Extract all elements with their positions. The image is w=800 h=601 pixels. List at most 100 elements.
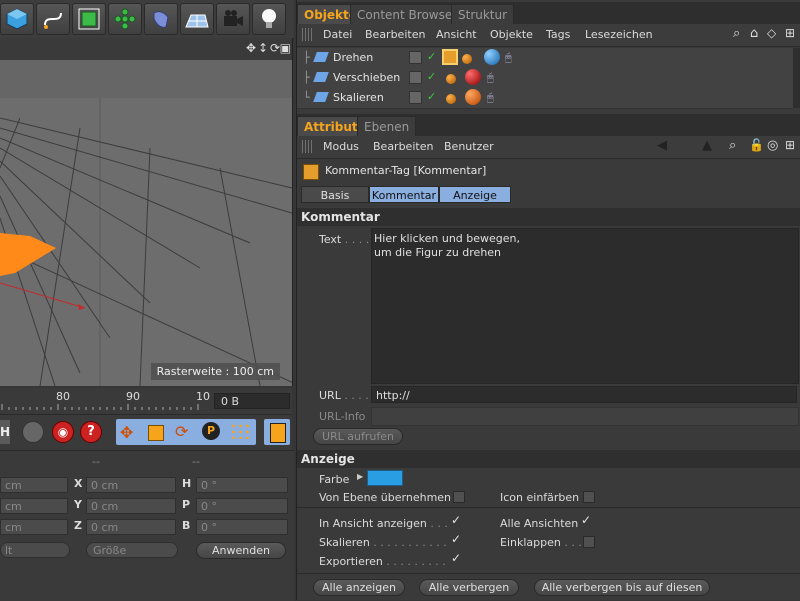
pos-x-field[interactable]: cm (0, 477, 68, 493)
timeline-ruler[interactable]: 80 90 100 0 B (0, 388, 292, 414)
url-field[interactable]: http:// (371, 386, 797, 403)
layer-icon[interactable] (409, 71, 422, 84)
menu-tags[interactable]: Tags (546, 28, 570, 41)
pla-key-icon[interactable] (230, 423, 250, 439)
material-tag-icon[interactable] (484, 49, 500, 65)
url-open-button[interactable]: URL aufrufen (313, 428, 403, 445)
frame-field[interactable]: 0 B (214, 393, 290, 409)
in-ansicht-check-icon[interactable]: ✓ (451, 513, 461, 527)
lock-icon[interactable]: 🔓 (749, 138, 764, 152)
subtab-kommentar[interactable]: Kommentar (369, 186, 439, 203)
visibility-check-icon[interactable]: ✓ (427, 70, 436, 83)
mouse-tag-icon[interactable]: 🖱 (505, 51, 512, 65)
zoom-view-icon[interactable]: ↕ (258, 41, 268, 55)
record-disabled-icon[interactable] (22, 421, 44, 443)
search-icon[interactable]: ⌕ (733, 26, 740, 41)
in-ansicht-label: In Ansicht anzeigen . . . (319, 517, 448, 530)
move-view-icon[interactable]: ✥ (246, 41, 256, 55)
move-key-icon[interactable]: ✥ (120, 423, 133, 442)
menu-bearbeiten[interactable]: Bearbeiten (365, 28, 425, 41)
object-row-verschieben[interactable]: ├ Verschieben ✓ 🖱 (297, 68, 793, 89)
size-y-field[interactable]: 0 cm (86, 498, 176, 514)
search-icon[interactable]: ⌕ (729, 138, 736, 153)
tab-struktur[interactable]: Struktur (451, 4, 515, 24)
material-tag-icon[interactable] (465, 89, 481, 105)
home-icon[interactable]: ⌂ (750, 26, 758, 41)
new-panel-icon[interactable]: ⊞ (785, 26, 795, 40)
alle-verbergen-bis-button[interactable]: Alle verbergen bis auf diesen (534, 579, 710, 596)
menu-bearbeiten[interactable]: Bearbeiten (373, 140, 433, 153)
camera-icon[interactable] (216, 3, 250, 35)
icon-einfaerben-checkbox[interactable] (583, 491, 595, 503)
menu-benutzer[interactable]: Benutzer (444, 140, 494, 153)
einklappen-checkbox[interactable] (583, 536, 595, 548)
menu-modus[interactable]: Modus (323, 140, 359, 153)
scale-key-icon[interactable] (148, 425, 164, 441)
xpresso-tag-icon[interactable] (446, 74, 456, 84)
cube-icon[interactable] (0, 3, 34, 35)
menu-ansicht[interactable]: Ansicht (436, 28, 477, 41)
pos-z-field[interactable]: cm (0, 519, 68, 535)
subtab-anzeige[interactable]: Anzeige (439, 186, 511, 203)
comment-tag-icon[interactable] (442, 49, 458, 65)
layer-icon[interactable] (409, 51, 422, 64)
target-icon[interactable]: ◎ (767, 138, 778, 153)
array-icon[interactable] (108, 3, 142, 35)
size-mode-select[interactable]: Größe (86, 542, 178, 558)
generator-icon[interactable] (72, 3, 106, 35)
comment-textarea[interactable]: Hier klicken und bewegen, um die Figur z… (371, 228, 799, 384)
object-scrollbar[interactable] (793, 48, 800, 108)
layer-icon[interactable] (409, 91, 422, 104)
alle-verbergen-button[interactable]: Alle verbergen (419, 579, 519, 596)
alle-ansichten-check-icon[interactable]: ✓ (581, 513, 591, 527)
spline-icon[interactable] (36, 3, 70, 35)
light-icon[interactable] (252, 3, 286, 35)
nav-arrows-icon[interactable]: ◇ (767, 26, 776, 40)
rot-h-field[interactable]: 0 ° (196, 477, 288, 493)
menu-lesezeichen[interactable]: Lesezeichen (585, 28, 653, 41)
subtab-basis[interactable]: Basis (301, 186, 369, 203)
expand-arrow-icon[interactable]: ▶ (357, 472, 363, 481)
coord-mode-select[interactable]: lt (0, 542, 70, 558)
rot-p-field[interactable]: 0 ° (196, 498, 288, 514)
section-kommentar: Kommentar (297, 208, 800, 226)
alle-anzeigen-button[interactable]: Alle anzeigen (313, 579, 405, 596)
3d-viewport[interactable]: ✥ ↕ ⟳ ▣ Rasterweite : 100 cm (0, 38, 293, 386)
xpresso-tag-icon[interactable] (446, 94, 456, 104)
object-row-skalieren[interactable]: └ Skalieren ✓ 🖱 (297, 88, 793, 109)
size-z-field[interactable]: 0 cm (86, 519, 176, 535)
deformer-icon[interactable] (144, 3, 178, 35)
exportieren-check-icon[interactable]: ✓ (451, 551, 461, 565)
rot-b-field[interactable]: 0 ° (196, 519, 288, 535)
skalieren-check-icon[interactable]: ✓ (451, 532, 461, 546)
up-arrow-icon[interactable]: ▲ (702, 138, 712, 153)
record-icon[interactable]: ◉ (52, 421, 74, 443)
von-ebene-checkbox[interactable] (453, 491, 465, 503)
pos-y-field[interactable]: cm (0, 498, 68, 514)
visibility-check-icon[interactable]: ✓ (427, 90, 436, 103)
rotate-key-icon[interactable]: ⟳ (175, 422, 188, 441)
tab-content-browser[interactable]: Content Browser (350, 4, 465, 24)
param-key-icon[interactable]: P (202, 422, 220, 440)
visibility-check-icon[interactable]: ✓ (427, 50, 436, 63)
object-row-drehen[interactable]: ├ Drehen ✓ 🖱 (297, 48, 793, 69)
icon-einfaerben-label: Icon einfärben (500, 491, 580, 504)
menu-objekte[interactable]: Objekte (490, 28, 533, 41)
keyframe-icon[interactable]: H (0, 420, 10, 444)
new-panel-icon[interactable]: ⊞ (785, 138, 795, 152)
back-arrow-icon[interactable]: ◀ (657, 138, 667, 153)
menu-datei[interactable]: Datei (323, 28, 352, 41)
mouse-tag-icon[interactable]: 🖱 (487, 91, 494, 105)
toggle-view-icon[interactable]: ▣ (280, 41, 291, 55)
color-swatch[interactable] (367, 470, 403, 486)
tab-ebenen[interactable]: Ebenen (357, 116, 417, 136)
material-tag-icon[interactable] (465, 69, 481, 85)
floor-icon[interactable] (180, 3, 214, 35)
size-x-field[interactable]: 0 cm (86, 477, 176, 493)
xpresso-tag-icon[interactable] (462, 54, 472, 64)
mouse-tag-icon[interactable]: 🖱 (487, 71, 494, 85)
autokey-icon[interactable]: ? (80, 421, 102, 443)
film-icon[interactable] (264, 419, 290, 445)
rotate-view-icon[interactable]: ⟳ (270, 41, 280, 55)
apply-button[interactable]: Anwenden (196, 542, 286, 559)
